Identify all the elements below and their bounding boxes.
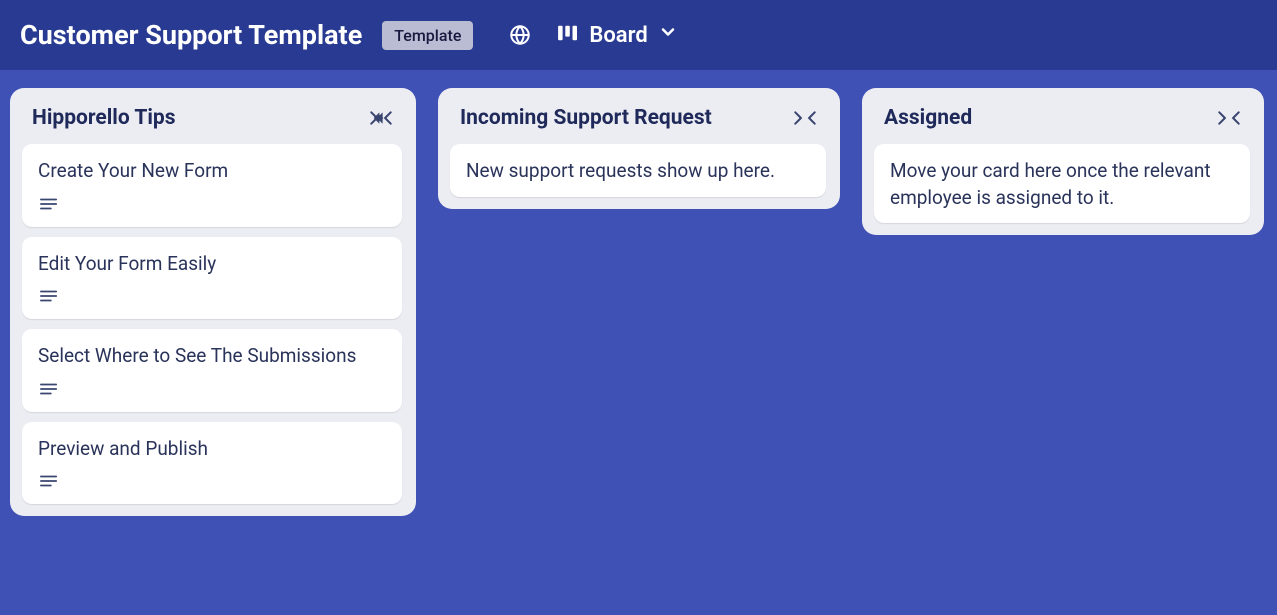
board-area: Hipporello Tips Create Your New Form [0, 70, 1277, 615]
chevron-down-icon [658, 22, 678, 48]
card[interactable]: Select Where to See The Submissions [22, 329, 402, 412]
cards-container: Move your card here once the relevant em… [870, 144, 1256, 227]
card-title: New support requests show up here. [466, 158, 810, 185]
collapse-list-icon[interactable] [792, 109, 818, 127]
list-title[interactable]: Hipporello Tips [32, 106, 176, 130]
view-switch-button[interactable]: Board [557, 22, 677, 48]
cards-container: Create Your New Form Edit Your Form Easi… [18, 144, 408, 508]
description-icon [40, 197, 58, 211]
globe-icon[interactable] [509, 24, 531, 46]
card[interactable]: Preview and Publish [22, 422, 402, 505]
collapse-list-icon[interactable] [1216, 109, 1242, 127]
description-icon [40, 382, 58, 396]
description-icon [40, 289, 58, 303]
view-switch-label: Board [589, 23, 647, 48]
card-title: Preview and Publish [38, 436, 386, 463]
card[interactable]: New support requests show up here. [450, 144, 826, 197]
list-header: Hipporello Tips [18, 98, 408, 144]
page-title: Customer Support Template [20, 19, 362, 51]
card-title: Move your card here once the relevant em… [890, 158, 1234, 211]
cards-container: New support requests show up here. [446, 144, 832, 201]
card-title: Edit Your Form Easily [38, 251, 386, 278]
list-title[interactable]: Incoming Support Request [460, 106, 712, 130]
list-header: Incoming Support Request [446, 98, 832, 144]
template-badge[interactable]: Template [382, 21, 473, 50]
list-assigned: Assigned Move your card here once the re… [862, 88, 1264, 235]
list-header: Assigned [870, 98, 1256, 144]
card[interactable]: Create Your New Form [22, 144, 402, 227]
card[interactable]: Move your card here once the relevant em… [874, 144, 1250, 223]
board-header: Customer Support Template Template Board [0, 0, 1277, 70]
list-incoming-support-request: Incoming Support Request New support req… [438, 88, 840, 209]
description-icon [40, 474, 58, 488]
card-title: Create Your New Form [38, 158, 386, 185]
list-hipporello-tips: Hipporello Tips Create Your New Form [10, 88, 416, 516]
collapse-list-icon[interactable] [368, 109, 394, 127]
card[interactable]: Edit Your Form Easily [22, 237, 402, 320]
card-title: Select Where to See The Submissions [38, 343, 386, 370]
board-view-icon [557, 23, 579, 48]
list-title[interactable]: Assigned [884, 106, 972, 130]
